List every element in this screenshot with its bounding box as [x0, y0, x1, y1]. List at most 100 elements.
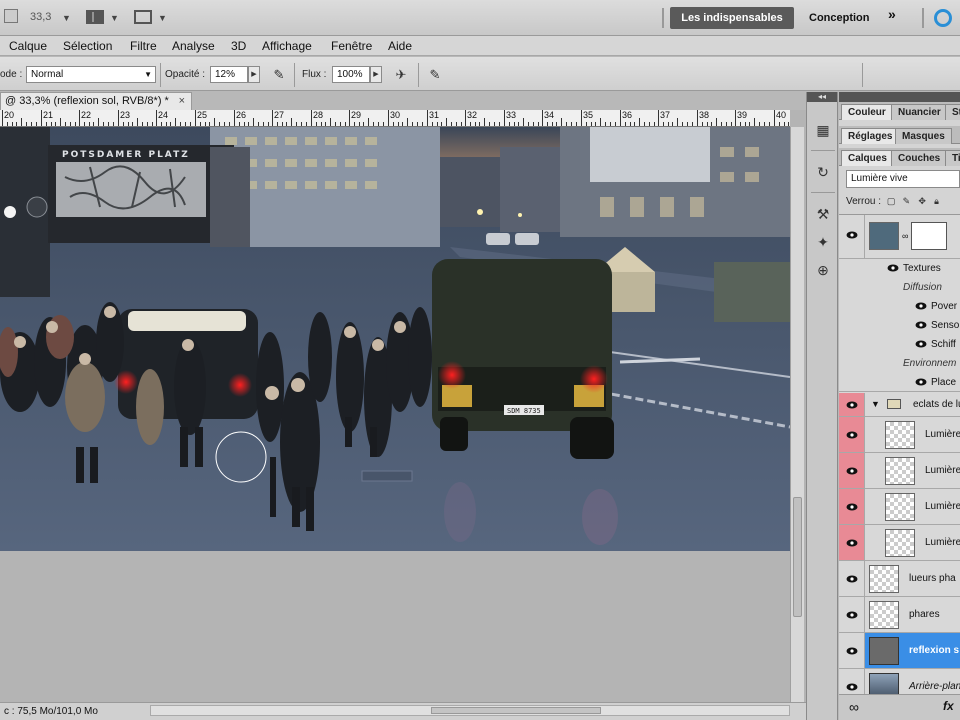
vertical-scrollbar[interactable] — [790, 127, 804, 702]
flow-slider-toggle[interactable]: ▶ — [370, 66, 382, 83]
launch-bridge-icon[interactable] — [4, 9, 18, 23]
layer-row-effects[interactable]: ∞ — [839, 215, 960, 259]
expand-triangle-icon[interactable]: ▼ — [871, 399, 880, 409]
tab-traces[interactable]: Ti — [945, 150, 960, 166]
opacity-field[interactable]: 12% — [210, 66, 248, 83]
visibility-toggle[interactable] — [839, 393, 865, 416]
effect-row[interactable]: Pover — [839, 297, 960, 316]
visibility-toggle[interactable] — [839, 489, 865, 524]
tab-styles[interactable]: St — [945, 104, 960, 120]
lock-all-icon[interactable]: 🔒︎ — [934, 196, 944, 207]
scrollbar-thumb[interactable] — [793, 497, 802, 617]
collapse-dock-icon[interactable]: ◂◂ — [807, 92, 837, 102]
workspace-essentials-button[interactable]: Les indispensables — [670, 7, 794, 29]
menu-affichage[interactable]: Affichage — [262, 39, 312, 53]
tab-reglages[interactable]: Réglages — [841, 128, 900, 144]
layer-row[interactable]: Lumière — [839, 453, 960, 489]
tablet-pressure-opacity-icon[interactable]: ✎ — [270, 67, 288, 83]
tool-presets-icon[interactable]: ⚒ — [813, 204, 833, 224]
visibility-toggle[interactable] — [839, 417, 865, 452]
menu-aide[interactable]: Aide — [388, 39, 412, 53]
zoom-level-readout[interactable]: 33,3 — [30, 11, 51, 23]
horizontal-ruler[interactable]: 20 21 22 23 24 25 26 27 28 29 30 31 32 33 34 35 36 37 38 39… — [0, 110, 790, 127]
layer-row[interactable]: phares — [839, 597, 960, 633]
layer-row-selected[interactable]: reflexion s — [839, 633, 960, 669]
ruler-minor-tick — [441, 122, 442, 126]
ruler-number: 33 — [506, 110, 517, 120]
layer-row[interactable]: Lumière — [839, 525, 960, 561]
layer-row[interactable]: Lumière — [839, 417, 960, 453]
mini-bridge-icon[interactable]: ▦ — [813, 120, 833, 140]
chain-link-icon[interactable]: ∞ — [902, 231, 908, 241]
ruler-minor-tick — [663, 122, 664, 126]
visibility-toggle[interactable] — [839, 597, 865, 632]
layer-mask-thumbnail[interactable] — [911, 222, 947, 250]
tab-couches[interactable]: Couches — [891, 150, 948, 166]
ruler-major-tick — [465, 110, 466, 126]
tab-couleur[interactable]: Couleur — [841, 104, 893, 120]
tab-calques[interactable]: Calques — [841, 150, 894, 166]
more-workspaces-button[interactable]: » — [888, 6, 896, 22]
screen-mode-icon[interactable] — [134, 10, 152, 24]
layer-group-row[interactable]: ▼ eclats de lu — [839, 393, 960, 417]
cs-live-icon[interactable] — [934, 9, 952, 27]
menu-fenetre[interactable]: Fenêtre — [331, 39, 372, 53]
layer-thumbnail — [885, 457, 915, 485]
image-canvas[interactable]: POTSDAMER PLATZ SDM 8735 — [0, 127, 790, 551]
history-icon[interactable]: ↻ — [813, 162, 833, 182]
effect-row[interactable]: Place — [839, 373, 960, 392]
layer-row[interactable]: lueurs pha — [839, 561, 960, 597]
chevron-down-icon[interactable]: ▼ — [110, 13, 119, 23]
menu-calque[interactable]: Calque — [9, 39, 47, 53]
menu-filtre[interactable]: Filtre — [130, 39, 157, 53]
link-layers-icon[interactable]: ∞ — [849, 699, 859, 715]
arrange-documents-icon[interactable] — [86, 10, 104, 24]
panel-tabs-adjustments: Réglages Masques — [839, 126, 960, 144]
workspace-design-button[interactable]: Conception — [800, 7, 879, 29]
ruler-minor-tick — [788, 122, 789, 126]
effects-row-textures[interactable]: Textures — [839, 259, 960, 278]
visibility-toggle[interactable] — [839, 525, 865, 560]
ruler-major-tick — [774, 110, 775, 126]
visibility-toggle[interactable] — [839, 561, 865, 596]
tab-masques[interactable]: Masques — [895, 128, 952, 144]
effect-name: Sensor — [931, 320, 960, 331]
visibility-toggle[interactable] — [839, 669, 865, 694]
visibility-toggle[interactable] — [839, 633, 865, 668]
lock-position-icon[interactable]: ✥ — [918, 196, 928, 207]
effect-row[interactable]: Sensor — [839, 316, 960, 335]
document-size-readout[interactable]: c : 75,5 Mo/101,0 Mo — [4, 706, 98, 717]
chevron-down-icon[interactable]: ▼ — [62, 13, 71, 23]
menu-3d[interactable]: 3D — [231, 39, 246, 53]
visibility-toggle[interactable] — [839, 453, 865, 488]
clone-source-icon[interactable]: ⊕ — [813, 260, 833, 280]
close-document-icon[interactable]: × — [179, 93, 185, 110]
effect-row[interactable]: Schiff — [839, 335, 960, 354]
chevron-down-icon[interactable]: ▼ — [158, 13, 167, 23]
menu-selection[interactable]: Sélection — [63, 39, 112, 53]
flow-field[interactable]: 100% — [332, 66, 370, 83]
mode-select[interactable]: Normal ▼ — [26, 66, 156, 83]
layer-row[interactable]: Arrière-plan — [839, 669, 960, 694]
tablet-pressure-size-icon[interactable]: ✎ — [426, 67, 444, 83]
mode-label: ode : — [0, 69, 23, 80]
ruler-minor-tick — [475, 122, 476, 126]
visibility-toggle[interactable] — [839, 215, 865, 258]
opacity-slider-toggle[interactable]: ▶ — [248, 66, 260, 83]
document-tab[interactable]: @ 33,3% (reflexion sol, RVB/8*) * × — [0, 92, 192, 110]
tab-nuancier[interactable]: Nuancier — [891, 104, 948, 120]
ruler-major-tick — [658, 110, 659, 126]
lock-transparency-icon[interactable]: ▢ — [887, 196, 897, 207]
layer-row[interactable]: Lumière — [839, 489, 960, 525]
brush-presets-icon[interactable]: ✦ — [813, 232, 833, 252]
fx-icon[interactable]: fx — [943, 699, 954, 713]
blend-mode-select[interactable]: Lumière vive — [846, 170, 960, 188]
ruler-minor-tick — [368, 118, 369, 126]
airbrush-icon[interactable]: ✈ — [392, 67, 410, 83]
lock-pixels-icon[interactable]: ✎ — [903, 196, 913, 207]
menu-analyse[interactable]: Analyse — [172, 39, 215, 53]
scrollbar-thumb[interactable] — [431, 707, 601, 714]
ruler-minor-tick — [682, 122, 683, 126]
horizontal-scrollbar[interactable] — [150, 705, 790, 716]
layer-name: Lumière — [925, 429, 960, 440]
